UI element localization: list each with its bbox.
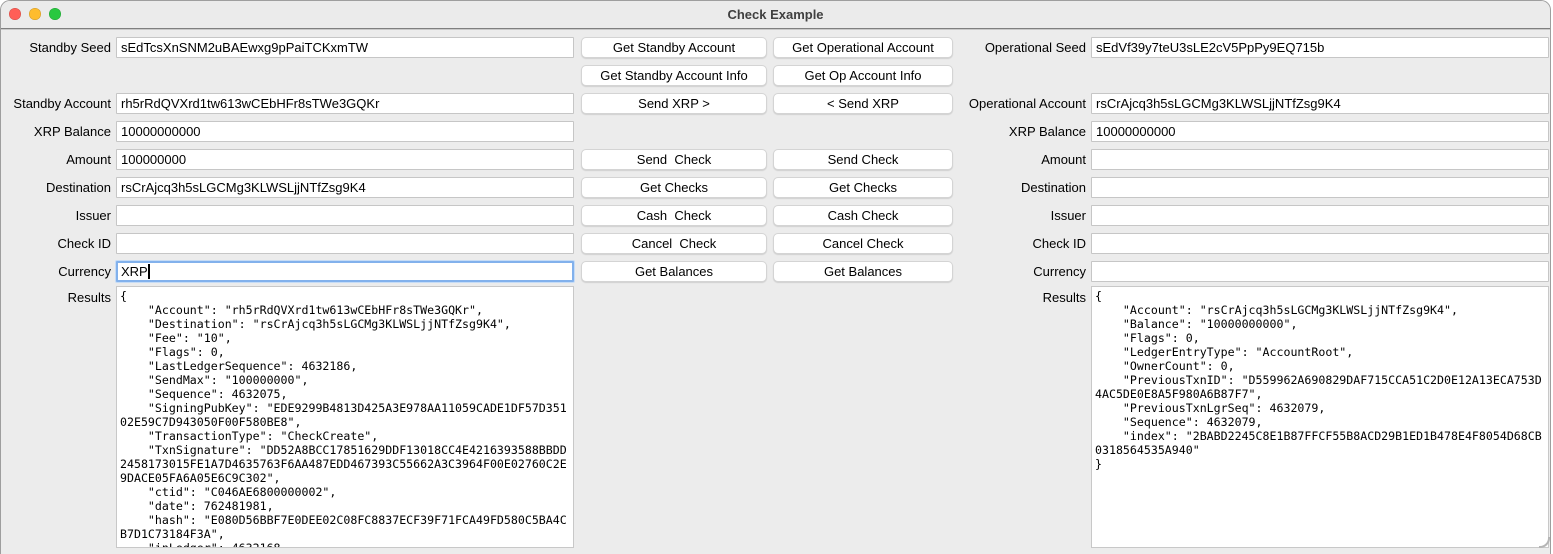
operational-amount-input[interactable] [1091,149,1549,170]
standby-check-id-label: Check ID [1,233,111,254]
get-checks-standby-button[interactable]: Get Checks [581,177,767,198]
send-xrp-right-button[interactable]: Send XRP > [581,93,767,114]
standby-balance-label: XRP Balance [1,121,111,142]
operational-issuer-label: Issuer [916,205,1086,226]
operational-issuer-input[interactable] [1091,205,1549,226]
app-window: Check Example Standby Seed Standby Accou… [0,0,1551,554]
operational-account-label: Operational Account [916,93,1086,114]
cancel-check-standby-button[interactable]: Cancel Check [581,233,767,254]
operational-seed-input[interactable] [1091,37,1549,58]
standby-results-label: Results [1,287,111,308]
text-cursor [148,264,150,279]
standby-seed-label: Standby Seed [1,37,111,58]
get-standby-account-info-button[interactable]: Get Standby Account Info [581,65,767,86]
standby-results-text[interactable]: { "Account": "rh5rRdQVXrd1tw613wCEbHFr8s… [116,286,574,548]
standby-amount-input[interactable] [116,149,574,170]
standby-amount-label: Amount [1,149,111,170]
standby-check-id-input[interactable] [116,233,574,254]
operational-destination-input[interactable] [1091,177,1549,198]
operational-currency-input[interactable] [1091,261,1549,282]
standby-currency-input[interactable] [116,261,574,282]
standby-destination-input[interactable] [116,177,574,198]
standby-account-label: Standby Account [1,93,111,114]
get-balances-standby-button[interactable]: Get Balances [581,261,767,282]
title-bar[interactable]: Check Example [1,1,1550,29]
get-op-account-info-button[interactable]: Get Op Account Info [773,65,953,86]
cash-check-standby-button[interactable]: Cash Check [581,205,767,226]
operational-balance-label: XRP Balance [916,121,1086,142]
standby-issuer-input[interactable] [116,205,574,226]
standby-seed-input[interactable] [116,37,574,58]
standby-destination-label: Destination [1,177,111,198]
operational-balance-input[interactable] [1091,121,1549,142]
operational-check-id-input[interactable] [1091,233,1549,254]
standby-account-input[interactable] [116,93,574,114]
operational-results-label: Results [916,287,1086,308]
operational-destination-label: Destination [916,177,1086,198]
operational-currency-label: Currency [916,261,1086,282]
operational-check-id-label: Check ID [916,233,1086,254]
get-standby-account-button[interactable]: Get Standby Account [581,37,767,58]
standby-currency-label: Currency [1,261,111,282]
send-check-standby-button[interactable]: Send Check [581,149,767,170]
standby-balance-input[interactable] [116,121,574,142]
operational-account-input[interactable] [1091,93,1549,114]
operational-results-text[interactable]: { "Account": "rsCrAjcq3h5sLGCMg3KLWSLjjN… [1091,286,1549,548]
operational-amount-label: Amount [916,149,1086,170]
standby-issuer-label: Issuer [1,205,111,226]
window-title: Check Example [1,1,1550,28]
operational-seed-label: Operational Seed [916,37,1086,58]
